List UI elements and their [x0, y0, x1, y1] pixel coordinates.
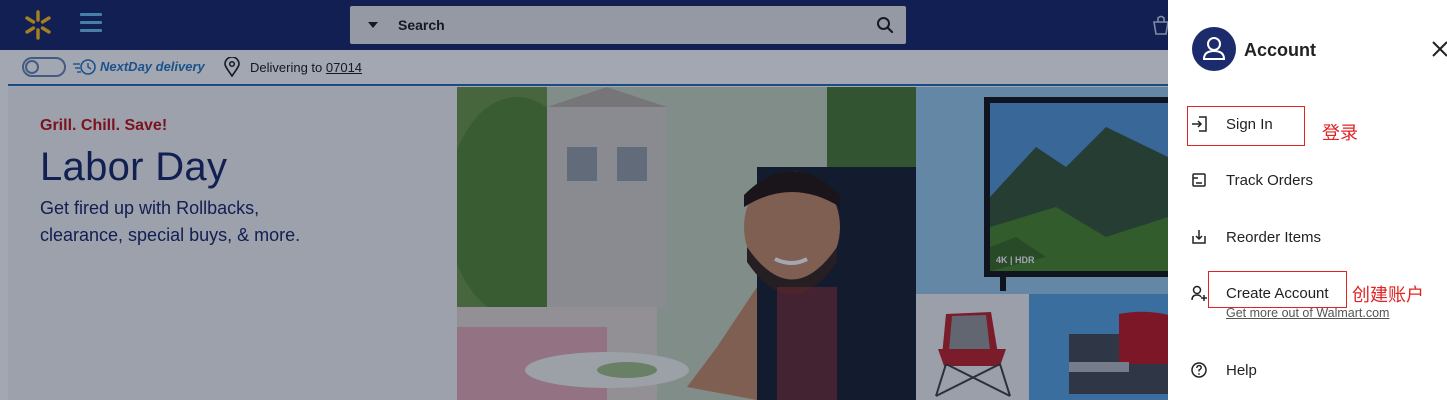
reorder-items-label: Reorder Items	[1226, 229, 1322, 246]
account-panel-title: Account	[1244, 40, 1316, 60]
chair-promo-tile[interactable]	[916, 294, 1029, 400]
grill-image	[1069, 311, 1168, 394]
help-icon	[1191, 362, 1207, 378]
grilling-man-image	[457, 87, 916, 400]
delivery-bar: NextDay delivery Delivering to 07014	[8, 50, 1168, 86]
hero-banner[interactable]: Grill. Chill. Save! Labor Day Get fired …	[8, 87, 457, 400]
hero-kicker: Grill. Chill. Save!	[40, 117, 168, 134]
create-account-annotation-label: 创建账户	[1352, 285, 1424, 306]
tv-promo-tile[interactable]: 4K | HDR	[916, 87, 1168, 294]
menu-icon[interactable]	[80, 13, 102, 35]
delivering-to[interactable]: Delivering to 07014	[250, 60, 362, 75]
svg-text:4K | HDR: 4K | HDR	[996, 255, 1035, 265]
sign-in-annotation-label: 登录	[1322, 123, 1358, 144]
user-icon	[1202, 37, 1226, 60]
delivery-zip[interactable]: 07014	[326, 60, 362, 75]
location-pin-icon	[224, 57, 240, 77]
search-input[interactable]: Search	[398, 17, 445, 33]
nextday-clock-icon	[73, 59, 96, 75]
delivering-label: Delivering to	[250, 60, 323, 75]
help-label: Help	[1226, 362, 1257, 379]
hero-photo[interactable]	[457, 87, 916, 400]
walmart-spark-logo[interactable]	[24, 10, 52, 40]
hero-title: Labor Day	[40, 145, 228, 189]
close-icon[interactable]	[1431, 40, 1447, 58]
camping-chair-image	[935, 312, 1011, 397]
reorder-icon	[1192, 230, 1206, 244]
account-avatar	[1192, 27, 1236, 71]
nextday-label[interactable]: NextDay delivery	[100, 59, 205, 74]
search-icon[interactable]	[876, 16, 894, 34]
track-orders-label: Track Orders	[1226, 172, 1313, 189]
department-dropdown-icon[interactable]	[368, 22, 378, 28]
search-bar[interactable]: Search	[350, 6, 906, 44]
create-account-sublink[interactable]: Get more out of Walmart.com	[1226, 306, 1389, 320]
hero-subtitle: Get fired up with Rollbacks, clearance, …	[40, 198, 301, 245]
grill-promo-tile[interactable]	[1029, 294, 1168, 400]
add-user-icon	[1191, 285, 1207, 301]
create-account-annotation-box	[1208, 271, 1347, 308]
sign-in-annotation-box	[1187, 106, 1305, 146]
nextday-toggle[interactable]	[22, 57, 66, 77]
tv-image: 4K | HDR	[984, 97, 1168, 291]
receipt-icon	[1192, 173, 1206, 187]
account-panel: Account Sign In Track Orders Reorder Ite…	[1168, 0, 1447, 400]
